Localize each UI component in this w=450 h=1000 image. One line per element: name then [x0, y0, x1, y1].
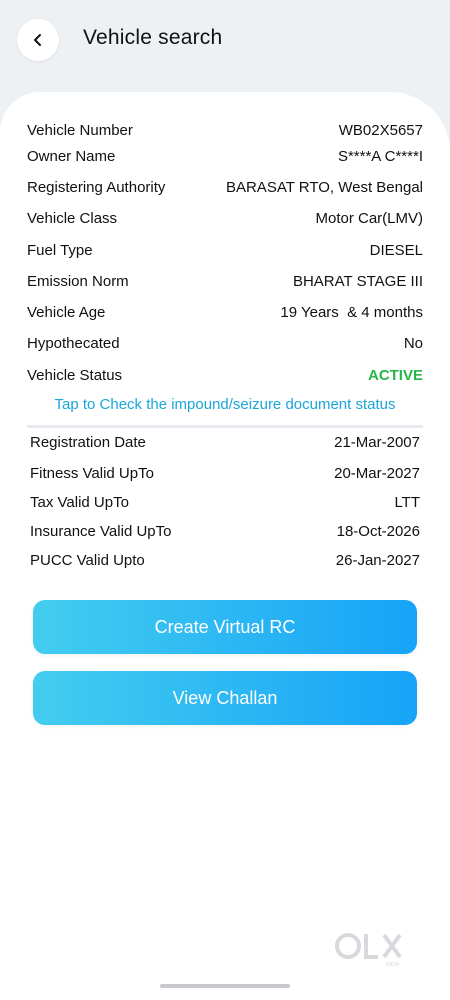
create-virtual-rc-button[interactable]: Create Virtual RC: [33, 600, 417, 654]
row-label: Vehicle Age: [27, 303, 106, 321]
svg-text:INDIA: INDIA: [386, 962, 400, 968]
impound-status-link[interactable]: Tap to Check the impound/seizure documen…: [0, 396, 450, 413]
row-value: 19 Years & 4 months: [280, 303, 423, 321]
row-vehicle-number: Vehicle Number WB02X5657: [27, 118, 423, 142]
row-value: LTT: [394, 493, 420, 511]
row-label: Insurance Valid UpTo: [30, 522, 172, 540]
row-value: Motor Car(LMV): [315, 209, 423, 227]
row-label: Registering Authority: [27, 178, 166, 196]
row-insurance-valid: Insurance Valid UpTo 18-Oct-2026: [30, 519, 420, 543]
row-value: 21-Mar-2007: [334, 433, 420, 451]
row-fuel-type: Fuel Type DIESEL: [27, 238, 423, 262]
row-label: PUCC Valid Upto: [30, 551, 145, 569]
row-value: DIESEL: [369, 241, 423, 259]
row-hypothecated: Hypothecated No: [27, 331, 423, 355]
row-fitness-valid: Fitness Valid UpTo 20-Mar-2027: [30, 461, 420, 485]
row-vehicle-status: Vehicle Status ACTIVE: [27, 363, 423, 387]
row-label: Emission Norm: [27, 272, 129, 290]
row-label: Registration Date: [30, 433, 146, 451]
row-value: BHARAT STAGE III: [292, 272, 423, 290]
row-value: No: [403, 334, 423, 352]
row-value: 18-Oct-2026: [336, 522, 420, 540]
row-label: Vehicle Number: [27, 121, 133, 139]
app-header: Vehicle search: [0, 0, 450, 90]
row-label: Vehicle Class: [27, 209, 118, 227]
row-value: BARASAT RTO, West Bengal: [225, 178, 423, 196]
row-label: Owner Name: [27, 147, 116, 165]
row-value: WB02X5657: [338, 121, 423, 139]
row-tax-valid: Tax Valid UpTo LTT: [30, 490, 420, 514]
home-indicator[interactable]: [160, 984, 290, 988]
status-badge: ACTIVE: [367, 366, 423, 384]
back-button[interactable]: [17, 19, 59, 61]
chevron-left-icon: [34, 34, 41, 46]
row-label: Fitness Valid UpTo: [30, 464, 154, 482]
page-title: Vehicle search: [83, 26, 223, 49]
row-label: Tax Valid UpTo: [30, 493, 129, 511]
olx-watermark-logo: INDIA: [335, 933, 402, 968]
section-divider: [27, 425, 423, 428]
row-registration-date: Registration Date 21-Mar-2007: [30, 430, 420, 454]
row-value: 26-Jan-2027: [335, 551, 420, 569]
row-pucc-valid: PUCC Valid Upto 26-Jan-2027: [30, 548, 420, 572]
row-vehicle-age: Vehicle Age 19 Years & 4 months: [27, 300, 423, 324]
row-label: Hypothecated: [27, 334, 120, 352]
row-owner-name: Owner Name S****A C****I: [27, 144, 423, 168]
row-vehicle-class: Vehicle Class Motor Car(LMV): [27, 206, 423, 230]
row-label: Fuel Type: [27, 241, 93, 259]
row-value: S****A C****I: [337, 147, 423, 165]
row-registering-authority: Registering Authority BARASAT RTO, West …: [27, 175, 423, 199]
row-label: Vehicle Status: [27, 366, 123, 384]
view-challan-button[interactable]: View Challan: [33, 671, 417, 725]
row-emission-norm: Emission Norm BHARAT STAGE III: [27, 269, 423, 293]
row-value: 20-Mar-2027: [334, 464, 420, 482]
